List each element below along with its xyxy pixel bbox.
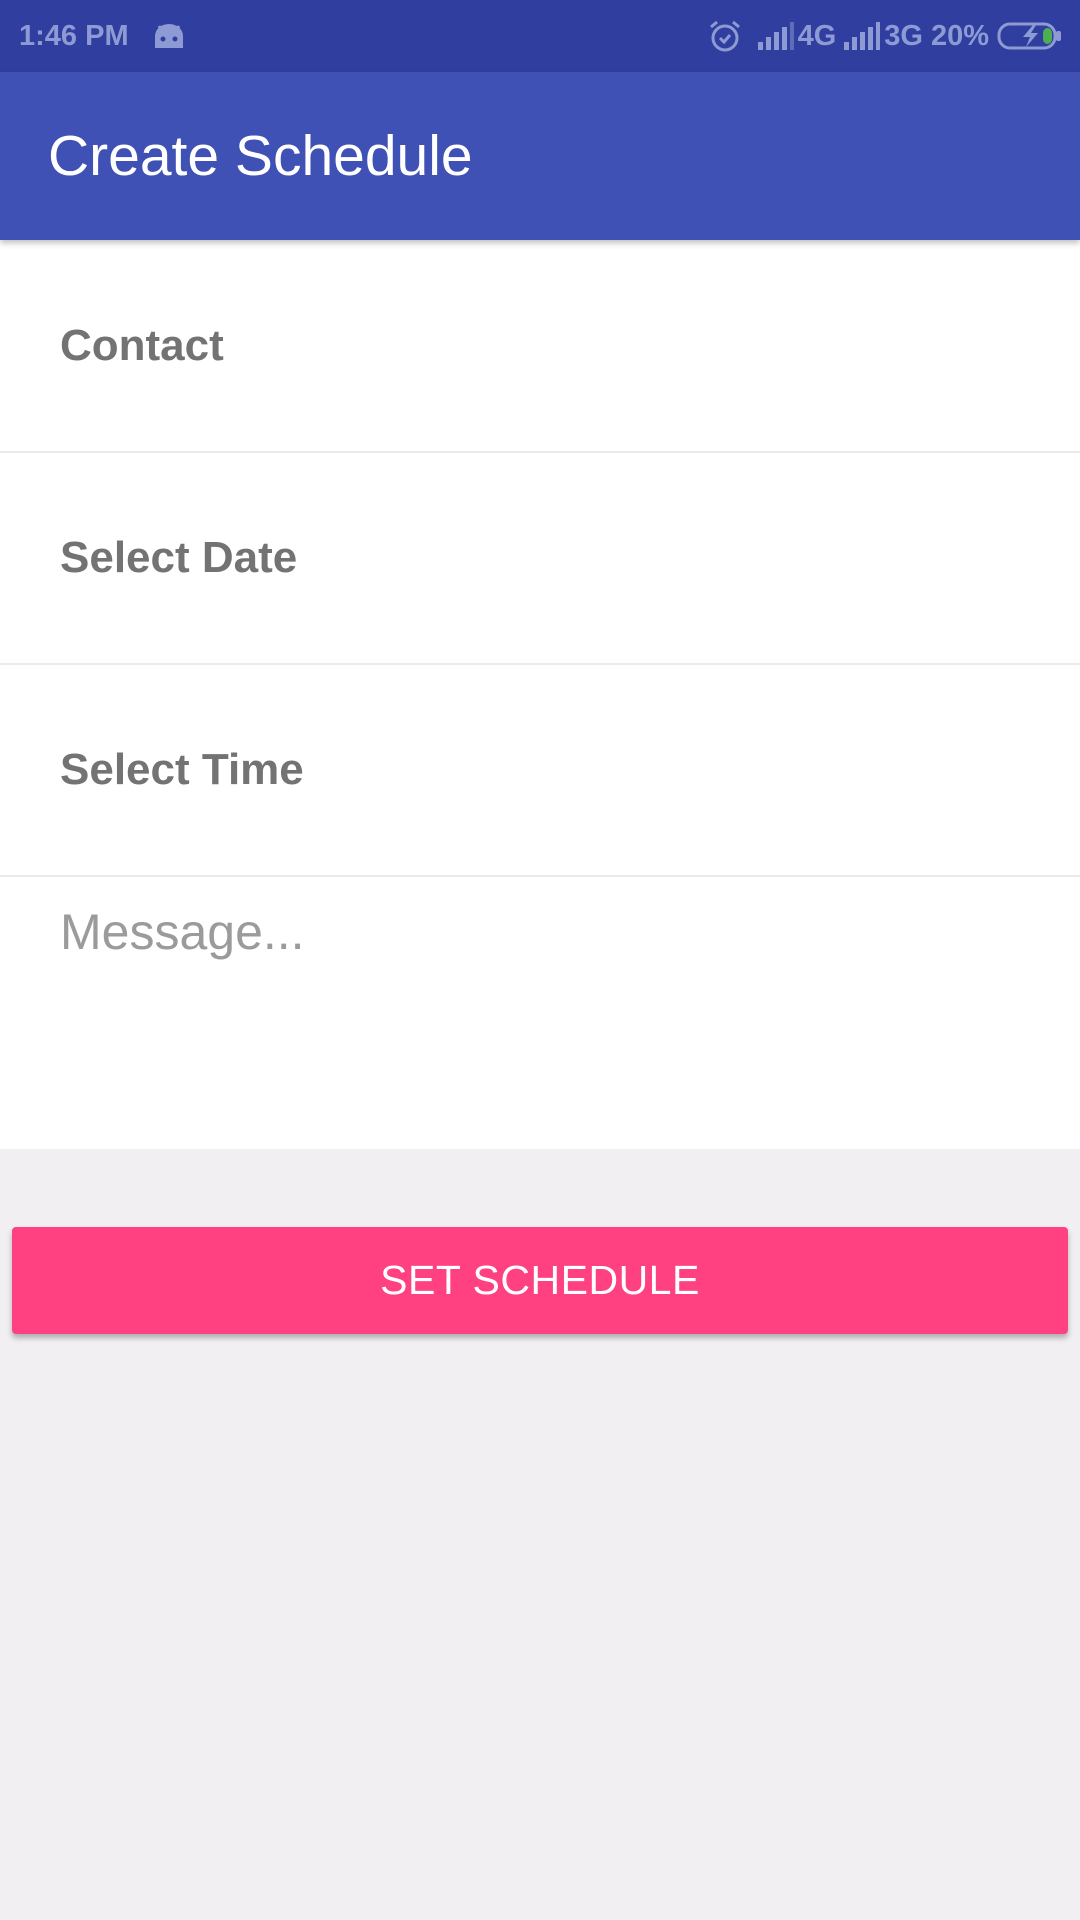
status-left: 1:46 PM (19, 0, 187, 72)
select-date-field[interactable]: Select Date (0, 453, 1080, 665)
battery-percent: 20% (930, 19, 989, 52)
alarm-icon (708, 19, 742, 53)
contact-field[interactable]: Contact (0, 240, 1080, 453)
page-title: Create Schedule (48, 124, 473, 188)
status-right: 4G 3G 20% (700, 0, 1063, 72)
set-schedule-button[interactable]: SET SCHEDULE (12, 1227, 1068, 1334)
schedule-form: Contact Select Date Select Time (0, 240, 1080, 1149)
select-date-label: Select Date (60, 533, 298, 582)
contact-label: Contact (60, 321, 224, 370)
select-time-field[interactable]: Select Time (0, 665, 1080, 877)
status-bar: 1:46 PM 4G 3G 20% (0, 0, 1080, 72)
status-time: 1:46 PM (19, 19, 129, 52)
signal-icon (756, 22, 794, 50)
app-bar: Create Schedule (0, 72, 1080, 240)
network-type-2: 3G (884, 19, 923, 52)
network-type-1: 4G (797, 19, 837, 52)
android-notification-icon (151, 22, 187, 50)
select-time-label: Select Time (60, 745, 304, 794)
battery-charging-icon (997, 21, 1063, 51)
signal-icon (842, 22, 881, 50)
message-input[interactable] (60, 877, 1040, 1127)
